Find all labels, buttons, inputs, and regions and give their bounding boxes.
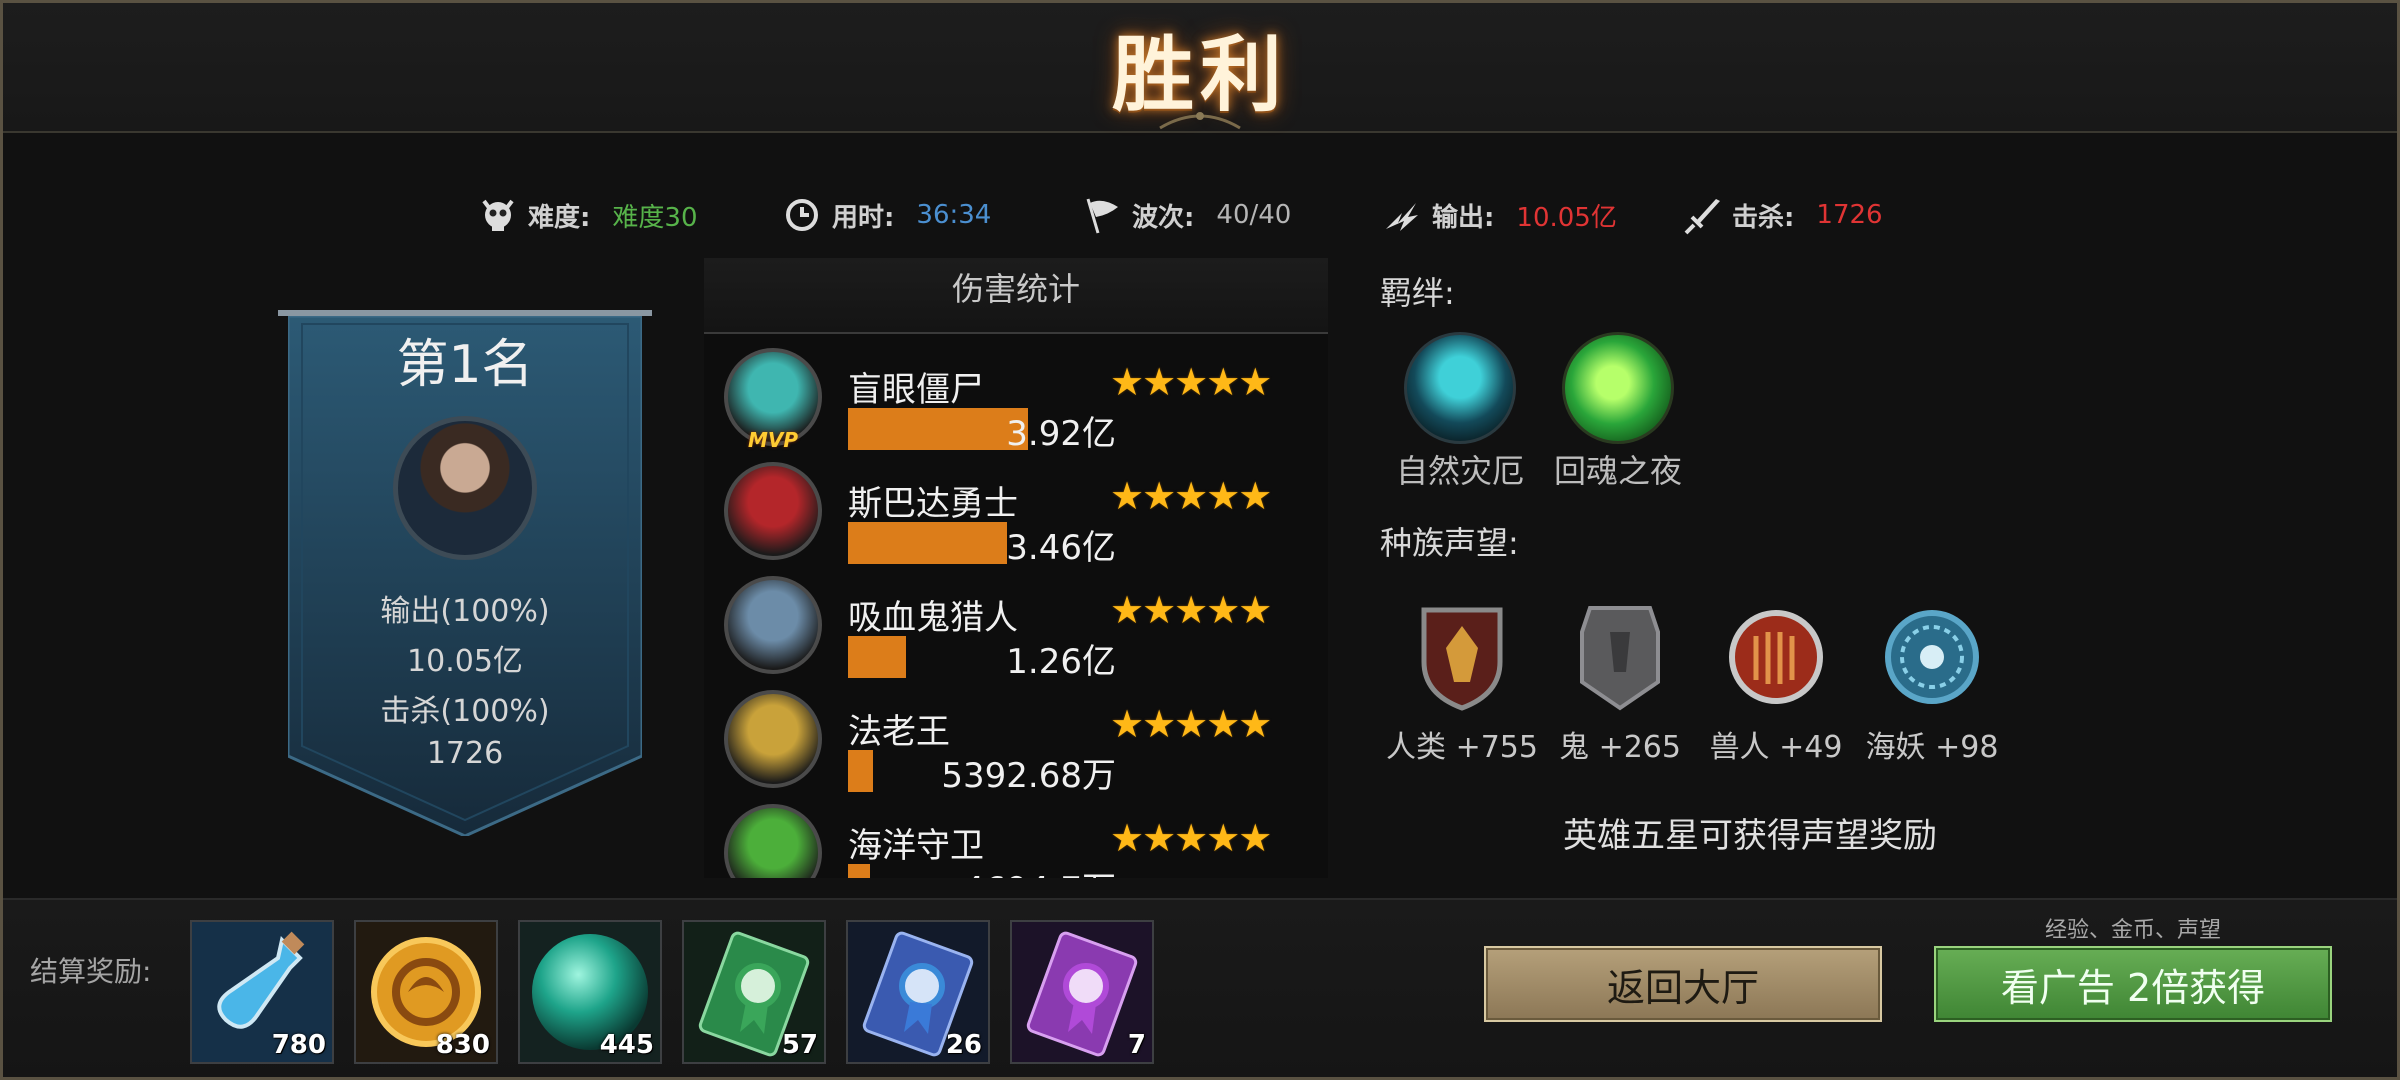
damage-icon <box>1386 203 1418 231</box>
hero-name: 吸血鬼猎人 <box>848 598 1018 638</box>
damage-title: 伤害统计 <box>951 270 1080 308</box>
hero-damage-value: 1.26亿 <box>1006 642 1116 682</box>
hero-stars: ★★★★★ <box>1110 702 1272 746</box>
hero-name: 斯巴达勇士 <box>848 484 1018 524</box>
hero-damage-value: 3.92亿 <box>1006 414 1116 454</box>
reward-count: 830 <box>435 1030 490 1060</box>
mvp-badge: MVP <box>748 428 799 452</box>
battle-stats-row: 难度: 难度30 用时: 36:34 波次: 40/40 输出: 10.05亿 … <box>0 190 2400 240</box>
hero-stars: ★★★★★ <box>1110 588 1272 632</box>
rank-kill-label: 击杀(100%) <box>380 694 550 729</box>
hero-stars: ★★★★★ <box>1110 816 1272 860</box>
reward-orb[interactable]: 445 <box>518 920 662 1064</box>
title-ornament-icon <box>1159 112 1241 130</box>
reward-count: 57 <box>781 1030 818 1060</box>
reward-count: 780 <box>271 1030 326 1060</box>
stat-kills-value: 1726 <box>1816 200 1883 230</box>
dead-tree-icon[interactable] <box>1404 332 1516 444</box>
hero-damage-row: 吸血鬼猎人 ★★★★★ 1.26亿 <box>704 568 1328 682</box>
reward-green-card[interactable]: 57 <box>682 920 826 1064</box>
orc-shield-icon[interactable] <box>1726 602 1826 712</box>
hero-name: 法老王 <box>848 712 950 752</box>
race-human: 人类 +755 <box>1386 730 1538 765</box>
reward-blue-card[interactable]: 26 <box>846 920 990 1064</box>
player-avatar <box>393 416 537 560</box>
human-shield-icon[interactable] <box>1412 602 1512 712</box>
stat-wave-label: 波次: <box>1132 202 1195 233</box>
hero-avatar <box>724 462 822 560</box>
hero-damage-row: 斯巴达勇士 ★★★★★ 3.46亿 <box>704 454 1328 568</box>
skull-icon <box>482 199 514 231</box>
hero-avatar <box>724 804 822 878</box>
stat-wave-value: 40/40 <box>1216 200 1292 230</box>
green-spirit-icon[interactable] <box>1562 332 1674 444</box>
reward-potion[interactable]: 780 <box>190 920 334 1064</box>
hero-stars: ★★★★★ <box>1110 360 1272 404</box>
stat-difficulty: 难度: 难度30 <box>476 190 698 240</box>
rank-output-value: 10.05亿 <box>407 644 523 679</box>
stat-time-label: 用时: <box>832 202 895 233</box>
stat-difficulty-label: 难度: <box>528 202 591 233</box>
reward-purple-card[interactable]: 7 <box>1010 920 1154 1064</box>
stat-difficulty-value: 难度30 <box>612 202 698 233</box>
bond-name-2: 回魂之夜 <box>1553 452 1682 490</box>
stat-output: 输出: 10.05亿 <box>1380 190 1617 240</box>
hero-damage-value: 4694.7万 <box>848 862 1116 878</box>
hero-damage-row: 海洋守卫 ★★★★★ 4694.7万 <box>704 796 1328 878</box>
bond-name-1: 自然灾厄 <box>1395 452 1524 490</box>
hero-avatar <box>724 690 822 788</box>
race-ghost: 鬼 +265 <box>1559 730 1681 765</box>
hero-name: 海洋守卫 <box>848 826 984 866</box>
hero-stars: ★★★★★ <box>1110 474 1272 518</box>
bonds-label: 羁绊: <box>1380 274 1455 312</box>
stat-time: 用时: 36:34 <box>780 190 991 240</box>
hero-damage-row: 法老王 ★★★★★ 5392.68万 <box>704 682 1328 796</box>
return-lobby-button[interactable]: 返回大厅 <box>1484 946 1882 1022</box>
damage-list[interactable]: MVP 盲眼僵尸 ★★★★★ 3.92亿斯巴达勇士 ★★★★★ 3.46亿吸血鬼猎人 ★★★… <box>704 340 1328 878</box>
hero-damage-row: MVP 盲眼僵尸 ★★★★★ 3.92亿 <box>704 340 1328 454</box>
reputation-hint: 英雄五星可获得声望奖励 <box>1563 816 1937 856</box>
stat-kills-label: 击杀: <box>1732 202 1795 233</box>
rank-title: 第1名 <box>396 335 534 395</box>
naga-shield-icon[interactable] <box>1882 602 1982 712</box>
stat-output-label: 输出: <box>1432 202 1495 233</box>
reward-gold[interactable]: 830 <box>354 920 498 1064</box>
hero-name: 盲眼僵尸 <box>848 370 984 410</box>
stat-wave: 波次: 40/40 <box>1080 190 1291 240</box>
stat-kills: 击杀: 1726 <box>1680 190 1883 240</box>
ad-reward-note: 经验、金币、声望 <box>2044 918 2221 943</box>
rank-output-label: 输出(100%) <box>380 594 550 629</box>
hero-damage-value: 5392.68万 <box>941 756 1116 796</box>
rewards-label: 结算奖励: <box>30 955 152 988</box>
hero-avatar <box>724 576 822 674</box>
race-orc: 兽人 +49 <box>1709 730 1843 765</box>
reward-count: 7 <box>1127 1030 1146 1060</box>
hero-damage-value: 3.46亿 <box>1006 528 1116 568</box>
sword-icon <box>1684 199 1720 235</box>
reward-count: 445 <box>599 1030 654 1060</box>
flag-icon <box>1086 198 1118 234</box>
reward-count: 26 <box>945 1030 982 1060</box>
stat-output-value: 10.05亿 <box>1516 202 1617 233</box>
race-reputation-label: 种族声望: <box>1380 524 1519 562</box>
race-naga: 海妖 +98 <box>1865 730 1999 765</box>
rank-kill-value: 1726 <box>426 736 504 771</box>
clock-icon <box>786 199 818 231</box>
ghost-shield-icon[interactable] <box>1570 602 1670 712</box>
watch-ad-double-button[interactable]: 看广告 2倍获得 <box>1934 946 2332 1022</box>
stat-time-value: 36:34 <box>916 200 992 230</box>
